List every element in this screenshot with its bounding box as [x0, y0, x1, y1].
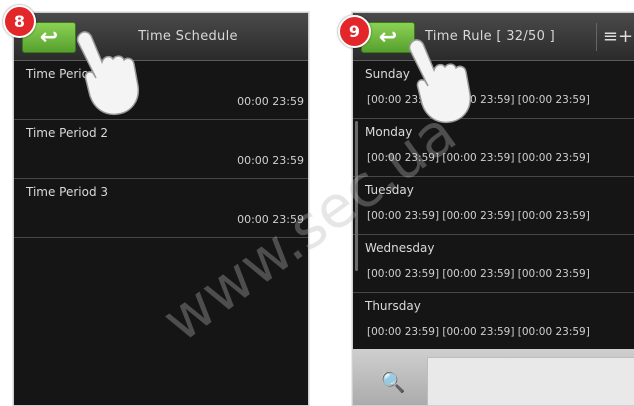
weekday-time-ranges: [00:00 23:59] [00:00 23:59] [00:00 23:59…: [367, 326, 590, 338]
weekday-time-ranges: [00:00 23:59] [00:00 23:59] [00:00 23:59…: [367, 210, 590, 222]
time-rule-screen: ↩ Time Rule [ 32/50 ] ≡+ Sunday [00:00 2…: [352, 12, 634, 406]
time-period-range: 00:00 23:59: [237, 154, 304, 167]
weekday-rule-item[interactable]: Sunday [00:00 23:59] [00:00 23:59] [00:0…: [353, 61, 634, 119]
time-period-label: Time Period 2: [26, 126, 109, 140]
search-bar: 🔍: [353, 349, 634, 405]
step-number-badge: 8: [3, 5, 36, 38]
pointing-hand-icon: [76, 31, 140, 116]
search-icon[interactable]: 🔍: [367, 359, 419, 405]
menu-add-icon[interactable]: ≡+: [596, 23, 634, 51]
weekday-label: Wednesday: [365, 241, 435, 255]
weekday-rule-item[interactable]: Wednesday [00:00 23:59] [00:00 23:59] [0…: [353, 235, 634, 293]
step-number-badge: 9: [338, 15, 371, 48]
time-period-item[interactable]: Time Period 2 00:00 23:59: [14, 120, 308, 179]
title-bar: ↩ Time Rule [ 32/50 ] ≡+: [353, 13, 634, 61]
weekday-label: Thursday: [365, 299, 421, 313]
weekday-rule-item[interactable]: Thursday [00:00 23:59] [00:00 23:59] [00…: [353, 293, 634, 348]
time-period-list: Time Period 1 00:00 23:59 Time Period 2 …: [14, 61, 308, 238]
weekday-time-ranges: [00:00 23:59] [00:00 23:59] [00:00 23:59…: [367, 268, 590, 280]
search-input[interactable]: [427, 357, 634, 405]
time-schedule-screen: ↩ Time Schedule Time Period 1 00:00 23:5…: [13, 12, 309, 406]
title-bar: ↩ Time Schedule: [14, 13, 308, 61]
time-period-range: 00:00 23:59: [237, 95, 304, 108]
time-period-item[interactable]: Time Period 1 00:00 23:59: [14, 61, 308, 120]
time-period-label: Time Period 3: [26, 185, 109, 199]
